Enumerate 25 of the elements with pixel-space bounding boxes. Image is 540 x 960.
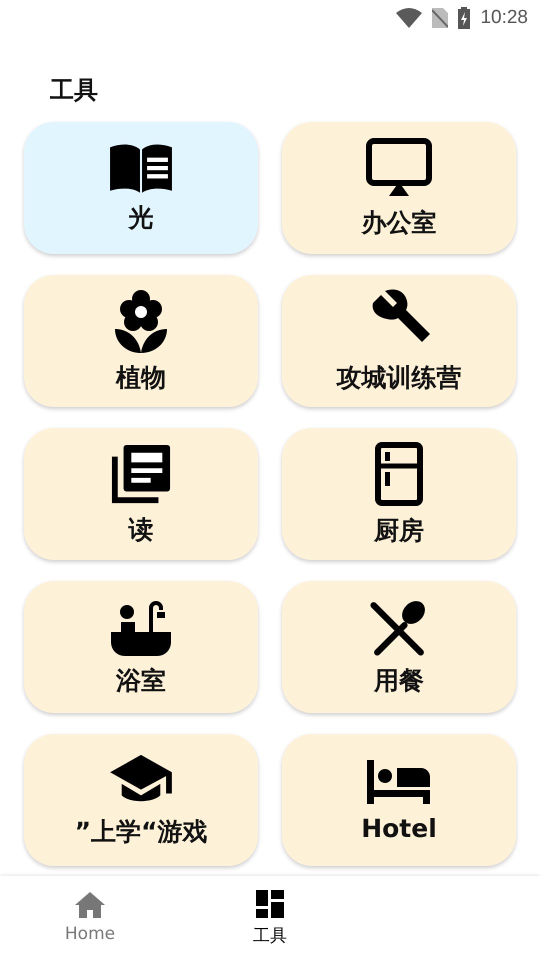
battery-icon bbox=[458, 7, 470, 29]
tool-card[interactable]: 浴室 bbox=[24, 581, 258, 713]
tool-card[interactable]: 光 bbox=[24, 122, 258, 254]
nav-tab[interactable]: Home bbox=[0, 876, 180, 960]
nav-tab[interactable]: 工具 bbox=[180, 876, 360, 960]
wifi-icon bbox=[396, 8, 422, 28]
tool-card[interactable]: 读 bbox=[24, 428, 258, 560]
fridge-icon bbox=[375, 442, 423, 506]
tool-card[interactable]: ”上学“游戏 bbox=[24, 734, 258, 866]
book-icon bbox=[108, 142, 174, 192]
home-icon bbox=[75, 892, 105, 918]
tool-card[interactable]: 厨房 bbox=[282, 428, 516, 560]
tool-card[interactable]: Hotel bbox=[282, 734, 516, 866]
tool-card[interactable]: 植物 bbox=[24, 275, 258, 407]
clock-time: 10:28 bbox=[480, 7, 528, 29]
no-sim-icon bbox=[432, 8, 448, 28]
tool-card[interactable]: 攻城训练营 bbox=[282, 275, 516, 407]
grid-icon bbox=[256, 890, 284, 918]
newspaper-icon bbox=[110, 442, 172, 504]
tool-card[interactable]: 用餐 bbox=[282, 581, 516, 713]
page-title: 工具 bbox=[50, 75, 99, 106]
bed-icon bbox=[365, 758, 433, 806]
flower-icon bbox=[113, 288, 169, 352]
tool-card[interactable]: 办公室 bbox=[282, 122, 516, 254]
monitor-icon bbox=[366, 138, 432, 198]
